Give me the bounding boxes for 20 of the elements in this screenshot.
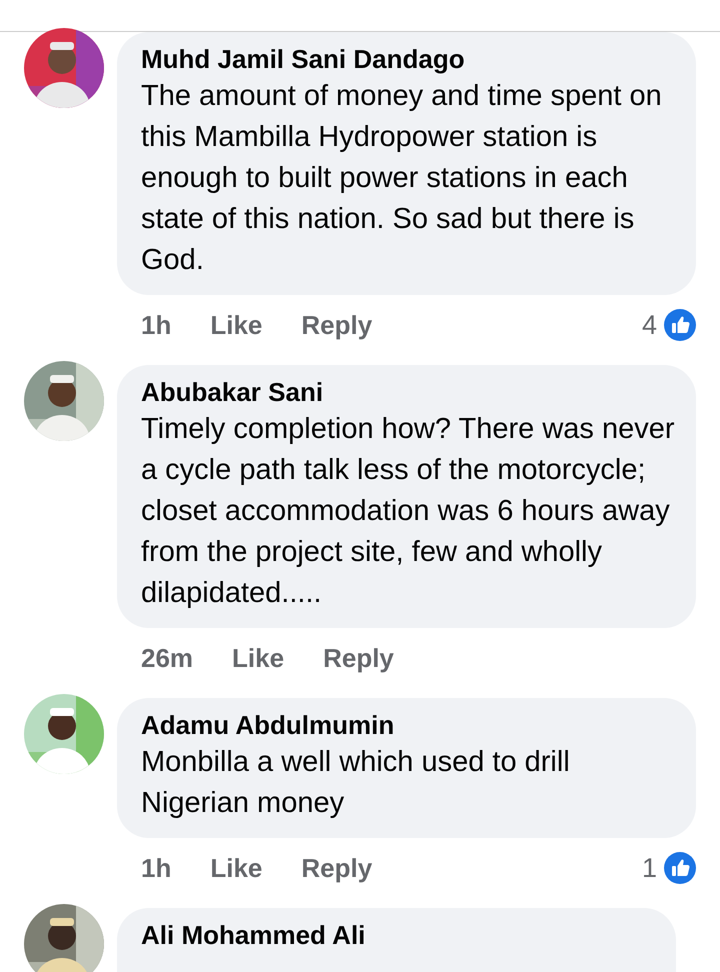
comment-text: The amount of money and time spent on this Mambilla Hydropower station is enough to built power stations in each state of this nation. So sad but there is God. [141,79,663,278]
comment-author[interactable]: Ali Mohammed Ali [141,918,656,952]
comment-time: 26m [141,642,194,674]
reply-link[interactable]: Reply [301,310,372,340]
thumbs-up-icon [664,309,696,341]
reply-link[interactable]: Reply [323,642,394,674]
reaction-count: 4 [642,310,657,340]
thumbs-up-icon [664,852,696,884]
comment-text: Monbilla a well which used to drill Nigerian money [141,745,571,821]
like-link[interactable]: Like [210,310,262,340]
comment-author[interactable]: Muhd Jamil Sani Dandago [141,42,676,76]
comment-time: 1h [141,310,172,340]
comment-author[interactable]: Abubakar Sani [141,375,676,409]
like-link[interactable]: Like [210,852,262,884]
comment-time: 1h [141,852,172,884]
like-link[interactable]: Like [232,642,284,674]
reply-link[interactable]: Reply [301,852,372,884]
comment-text: Timely completion how? There was never a cycle path talk less of the motorcycle; closet accommodation was 6 hours away from the project site, few and wholly dilapidated..... [141,412,676,611]
comment-author[interactable]: Adamu Abdulmumin [141,708,676,742]
reaction-count: 1 [642,852,657,884]
